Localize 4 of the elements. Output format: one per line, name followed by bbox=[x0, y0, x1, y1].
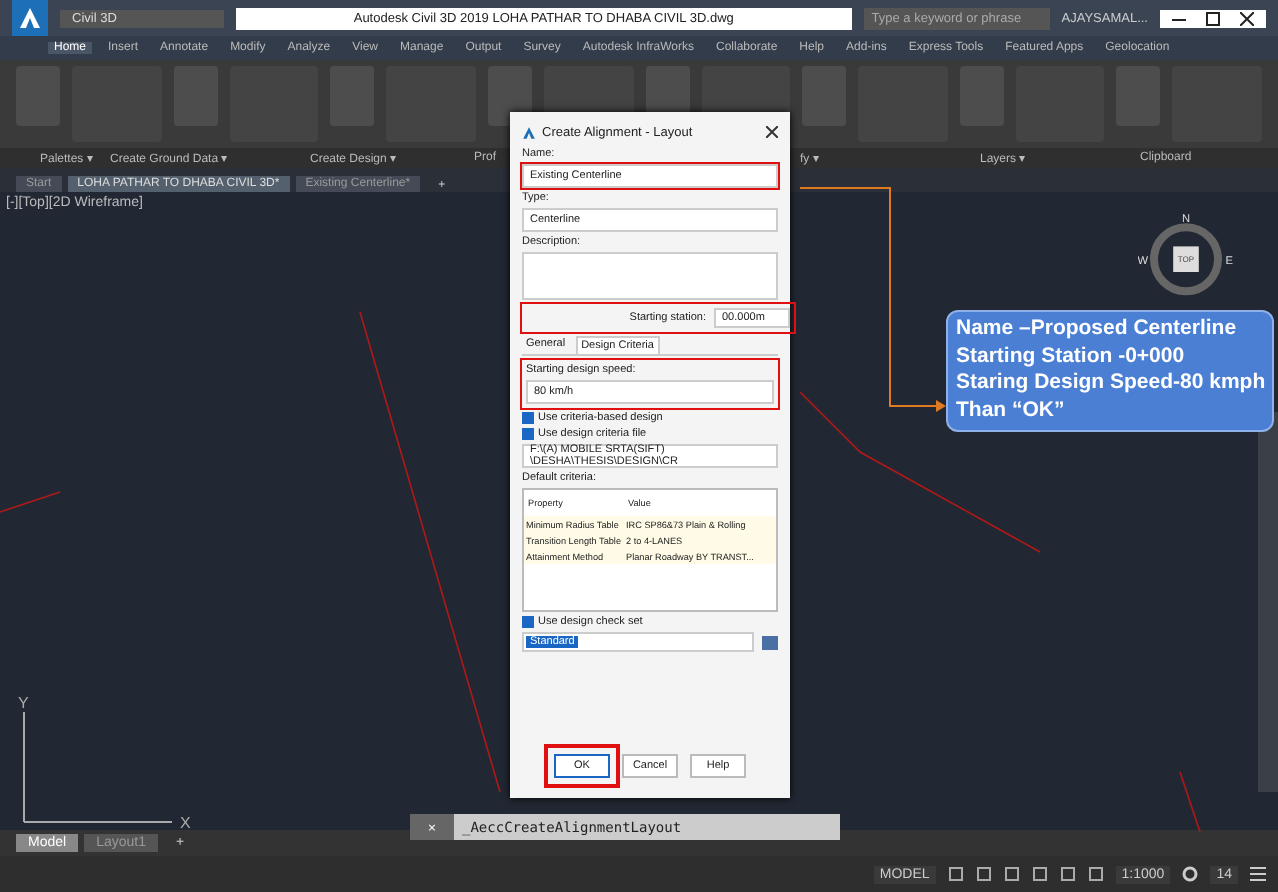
callout-text: Staring Design Speed-80 kmph bbox=[956, 370, 1264, 398]
callout-text: Name –Proposed Centerline bbox=[956, 316, 1239, 344]
callout-text: Starting Station -0+000 bbox=[956, 343, 1187, 371]
callout-text: Than “OK” bbox=[956, 397, 1067, 426]
